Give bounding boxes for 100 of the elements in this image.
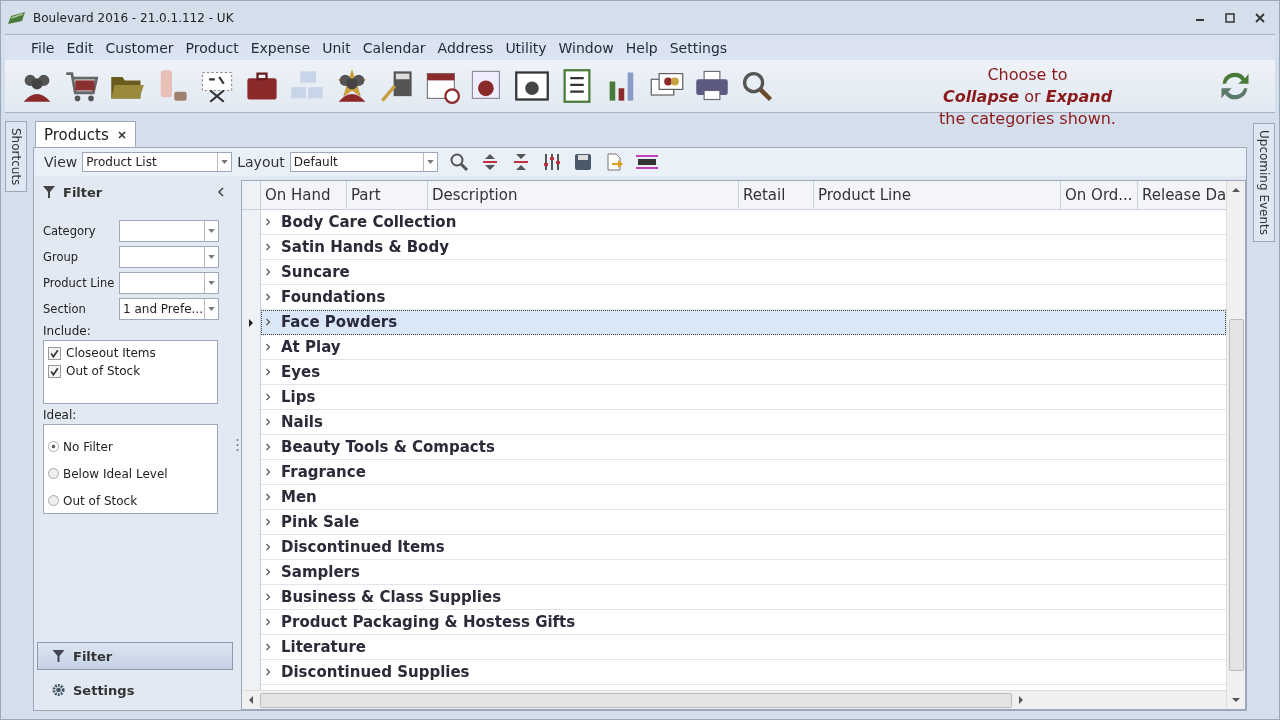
calculator-icon[interactable] <box>379 68 415 104</box>
group-row[interactable]: Face Powders <box>261 310 1226 335</box>
caret-icon <box>426 160 434 164</box>
menu-item[interactable]: File <box>25 39 61 56</box>
splitter-grip-icon[interactable] <box>235 438 239 452</box>
group-row[interactable]: Discontinued Supplies <box>261 660 1226 685</box>
group-row[interactable]: Satin Hands & Body <box>261 235 1226 260</box>
search-icon[interactable] <box>448 152 469 172</box>
chevron-right-icon[interactable] <box>265 443 271 451</box>
group-row[interactable]: Pink Sale <box>261 510 1226 535</box>
chevron-right-icon[interactable] <box>265 418 271 426</box>
radio-button[interactable] <box>48 495 59 506</box>
chevron-right-icon[interactable] <box>265 293 271 301</box>
ideal-label: Ideal: <box>42 407 78 424</box>
field-label: Section <box>43 302 87 316</box>
view-label: View <box>44 154 78 170</box>
checkbox[interactable] <box>48 346 61 360</box>
nav-button[interactable]: Settings <box>37 676 233 704</box>
close-icon[interactable] <box>116 129 127 140</box>
collapse-panel-icon[interactable] <box>217 187 225 197</box>
upcoming-events-side-tab[interactable]: Upcoming Events <box>1253 123 1275 243</box>
group-row[interactable]: Eyes <box>261 360 1226 385</box>
menu-item[interactable]: Address <box>431 39 500 56</box>
chevron-right-icon[interactable] <box>265 468 271 476</box>
chevron-right-icon[interactable] <box>265 243 271 251</box>
menu-item[interactable]: Calendar <box>356 39 432 56</box>
maximize-icon[interactable] <box>1225 12 1235 23</box>
chevron-right-icon[interactable] <box>265 393 271 401</box>
caret-icon <box>208 229 215 233</box>
chevron-right-icon[interactable] <box>265 318 271 326</box>
group-row[interactable]: Suncare <box>261 260 1226 285</box>
chevron-right-icon[interactable] <box>265 668 271 676</box>
menu-item[interactable]: Unit <box>316 39 357 56</box>
chevron-right-icon[interactable] <box>265 493 271 501</box>
chevron-right-icon[interactable] <box>265 618 271 626</box>
menu-item[interactable]: Help <box>619 39 664 56</box>
scroll-right-icon[interactable] <box>1018 696 1024 704</box>
group-row[interactable]: Samplers <box>261 560 1226 585</box>
menu-item[interactable]: Edit <box>60 39 100 56</box>
group-row[interactable]: Lips <box>261 385 1226 410</box>
radio-label: Below Ideal Level <box>63 466 168 481</box>
menu-item[interactable]: Utility <box>499 39 553 56</box>
group-row[interactable]: Fragrance <box>261 460 1226 485</box>
collapse-expand-hint: Choose to Collapse or Expand the categories shown. <box>938 64 1117 130</box>
group-row[interactable]: Beauty Tools & Compacts <box>261 435 1226 460</box>
menu-item[interactable]: Settings <box>663 39 734 56</box>
vertical-scrollbar[interactable] <box>1226 181 1245 709</box>
column-header[interactable]: Part <box>347 181 428 209</box>
radio-label: No Filter <box>63 439 113 454</box>
group-row[interactable]: Discontinued Items <box>261 535 1226 560</box>
field-label: Category <box>43 224 97 238</box>
checkbox-label: Closeout Items <box>66 346 156 360</box>
group-row[interactable]: Literature <box>261 635 1226 660</box>
menu-item[interactable]: Window <box>552 39 620 56</box>
current-row-icon <box>248 318 254 327</box>
field-label: Group <box>43 250 79 264</box>
caret-icon <box>208 281 215 285</box>
sliders-icon[interactable] <box>541 152 562 172</box>
save-icon[interactable] <box>572 152 593 172</box>
menu-item[interactable]: Expense <box>244 39 317 56</box>
chevron-right-icon[interactable] <box>265 368 271 376</box>
shortcuts-side-tab[interactable]: Shortcuts <box>5 121 27 193</box>
column-header[interactable]: On Ord... <box>1061 181 1138 209</box>
group-row[interactable]: Body Care Collection <box>261 210 1226 235</box>
group-row[interactable]: Nails <box>261 410 1226 435</box>
chevron-right-icon[interactable] <box>265 518 271 526</box>
checkbox[interactable] <box>48 364 61 378</box>
row-indicator-column <box>242 685 261 690</box>
chevron-right-icon[interactable] <box>265 268 271 276</box>
group-row[interactable]: Men <box>261 485 1226 510</box>
chevron-right-icon[interactable] <box>265 218 271 226</box>
horizontal-scrollbar[interactable] <box>242 690 1226 709</box>
filter-dropdown[interactable]: 1 and Prefe... <box>119 298 219 320</box>
radio-button[interactable] <box>48 441 59 452</box>
column-header[interactable]: Product Line <box>814 181 1061 209</box>
field-label: Product Line <box>43 276 116 290</box>
nav-button[interactable]: Filter <box>37 642 233 670</box>
chevron-right-icon[interactable] <box>265 543 271 551</box>
column-header[interactable]: On Hand <box>261 181 347 209</box>
chevron-right-icon[interactable] <box>265 568 271 576</box>
view-dropdown[interactable]: Product List <box>82 152 233 172</box>
scroll-left-icon[interactable] <box>248 696 254 704</box>
group-row[interactable]: Business & Class Supplies <box>261 585 1226 610</box>
radio-button[interactable] <box>48 468 59 479</box>
funnel-icon <box>52 649 65 663</box>
column-header[interactable]: Retail <box>739 181 814 209</box>
chevron-right-icon[interactable] <box>265 343 271 351</box>
menu-item[interactable]: Customer <box>99 39 180 56</box>
group-row[interactable]: At Play <box>261 335 1226 360</box>
close-icon[interactable] <box>1255 12 1265 23</box>
caret-icon <box>221 160 229 164</box>
scroll-up-icon[interactable] <box>1232 187 1240 193</box>
menu-item[interactable]: Product <box>179 39 245 56</box>
layout-dropdown[interactable]: Default <box>289 152 438 172</box>
chevron-right-icon[interactable] <box>265 593 271 601</box>
document-tab[interactable]: Products <box>35 121 136 147</box>
group-row[interactable]: Product Packaging & Hostess Gifts <box>261 610 1226 635</box>
column-header[interactable]: Description <box>428 181 739 209</box>
chevron-right-icon[interactable] <box>265 643 271 651</box>
scroll-down-icon[interactable] <box>1232 697 1240 703</box>
